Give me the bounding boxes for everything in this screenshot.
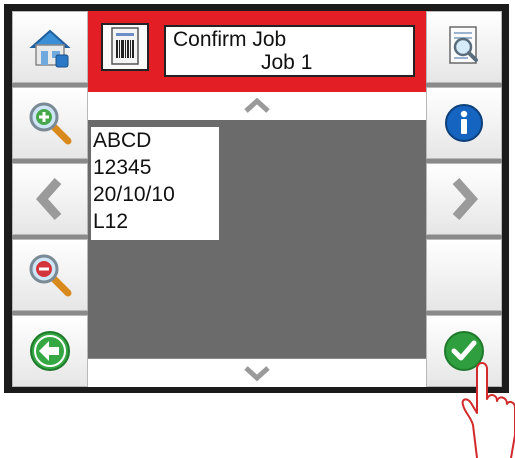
document-search-icon bbox=[449, 26, 478, 64]
chevron-right-icon bbox=[452, 178, 479, 220]
back-button[interactable] bbox=[12, 315, 88, 387]
preview-button[interactable] bbox=[426, 11, 502, 83]
label-line: ABCD bbox=[93, 129, 152, 152]
blank-button[interactable] bbox=[426, 239, 502, 311]
scroll-up-button[interactable] bbox=[88, 92, 426, 120]
chevron-up-icon bbox=[244, 98, 270, 113]
job-name: Job 1 bbox=[261, 51, 313, 74]
scroll-down-button[interactable] bbox=[88, 359, 426, 387]
header-bar: Confirm Job Job 1 bbox=[88, 11, 426, 92]
job-title-box: Confirm Job Job 1 bbox=[164, 25, 415, 77]
label-line: L12 bbox=[93, 210, 129, 233]
home-button[interactable] bbox=[12, 11, 88, 83]
job-icon-button[interactable] bbox=[101, 23, 149, 71]
label-line: 12345 bbox=[93, 156, 152, 179]
page-title: Confirm Job bbox=[173, 28, 287, 51]
chevron-left-icon bbox=[35, 178, 62, 220]
next-button[interactable] bbox=[426, 163, 502, 235]
info-icon bbox=[445, 104, 483, 142]
touch-screen: Confirm Job Job 1 ABCD 12345 20/10/10 L1… bbox=[12, 11, 502, 387]
back-arrow-icon bbox=[30, 331, 70, 371]
zoom-out-icon bbox=[29, 254, 72, 297]
device-bezel: Confirm Job Job 1 ABCD 12345 20/10/10 L1… bbox=[4, 4, 509, 393]
label-preview-area: ABCD 12345 20/10/10 L12 bbox=[88, 120, 426, 358]
pointing-hand-icon bbox=[461, 362, 515, 458]
barcode-label-icon bbox=[111, 27, 139, 65]
label-line: 20/10/10 bbox=[93, 183, 175, 206]
label-preview: ABCD 12345 20/10/10 L12 bbox=[91, 127, 219, 240]
info-button[interactable] bbox=[426, 87, 502, 159]
zoom-in-icon bbox=[29, 102, 72, 145]
home-icon bbox=[29, 29, 71, 68]
previous-button[interactable] bbox=[12, 163, 88, 235]
zoom-out-button[interactable] bbox=[12, 239, 88, 311]
chevron-down-icon bbox=[244, 366, 270, 381]
zoom-in-button[interactable] bbox=[12, 87, 88, 159]
